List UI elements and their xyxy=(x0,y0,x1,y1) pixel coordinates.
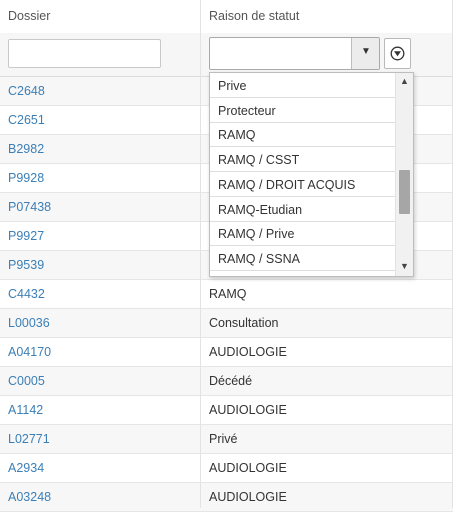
dossier-link[interactable]: L00036 xyxy=(8,316,50,330)
dossier-link[interactable]: C2651 xyxy=(8,113,45,127)
dossier-link[interactable]: L02771 xyxy=(8,432,50,446)
dropdown-option-label: Protecteur xyxy=(218,104,276,118)
dropdown-scrollbar[interactable]: ▲ ▼ xyxy=(395,73,413,276)
raison-cell: Consultation xyxy=(209,316,279,330)
select-arrow-button[interactable]: ▼ xyxy=(351,38,379,69)
dossier-link[interactable]: P9928 xyxy=(8,171,44,185)
table-row[interactable]: L00036 Consultation xyxy=(0,309,453,338)
dossier-link[interactable]: P9927 xyxy=(8,229,44,243)
dropdown-option[interactable]: Protecteur xyxy=(210,99,396,123)
dropdown-option[interactable]: RAMQ xyxy=(210,123,396,147)
dossier-link[interactable]: A04170 xyxy=(8,345,51,359)
raison-cell: AUDIOLOGIE xyxy=(209,345,287,359)
dropdown-option[interactable]: RAMQ / CSST xyxy=(210,148,396,172)
dossier-link[interactable]: P9539 xyxy=(8,258,44,272)
filter-icon xyxy=(390,46,405,61)
column-header-dossier[interactable]: Dossier xyxy=(8,9,50,23)
dossier-link[interactable]: B2982 xyxy=(8,142,44,156)
dropdown-option-label: RAMQ xyxy=(218,128,256,142)
raison-cell: Privé xyxy=(209,432,237,446)
raison-cell: AUDIOLOGIE xyxy=(209,490,287,504)
table-row[interactable]: A04170 AUDIOLOGIE xyxy=(0,338,453,367)
table-row[interactable]: A2934 AUDIOLOGIE xyxy=(0,454,453,483)
dropdown-option-label: RAMQ / Prive xyxy=(218,227,294,241)
dossier-link[interactable]: C4432 xyxy=(8,287,45,301)
scroll-down-icon[interactable]: ▼ xyxy=(400,261,409,271)
dropdown-option[interactable]: RAMQ / Prive xyxy=(210,222,396,246)
grid-header: Dossier Raison de statut xyxy=(0,0,453,34)
dossier-link[interactable]: A1142 xyxy=(8,403,43,417)
table-row[interactable]: C4432 RAMQ xyxy=(0,280,453,309)
dropdown-option-label: RAMQ / SSNA xyxy=(218,252,300,266)
dossier-link[interactable]: C0005 xyxy=(8,374,45,388)
table-row[interactable]: A1142 AUDIOLOGIE xyxy=(0,396,453,425)
raison-filter-select[interactable]: ▼ xyxy=(209,37,380,70)
dropdown-option[interactable]: RAMQ / SAAQ xyxy=(210,272,396,277)
column-header-raison[interactable]: Raison de statut xyxy=(209,9,299,23)
raison-dropdown-list[interactable]: Prive Protecteur RAMQ RAMQ / CSST RAMQ / DRO… xyxy=(209,72,414,277)
scroll-up-icon[interactable]: ▲ xyxy=(400,76,409,86)
dropdown-option-label: Prive xyxy=(218,79,246,93)
dossier-link[interactable]: P07438 xyxy=(8,200,51,214)
raison-cell: Décédé xyxy=(209,374,252,388)
dropdown-option-label: RAMQ / DROIT ACQUIS xyxy=(218,178,355,192)
raison-cell: AUDIOLOGIE xyxy=(209,403,287,417)
table-row[interactable]: L02771 Privé xyxy=(0,425,453,454)
dossier-link[interactable]: C2648 xyxy=(8,84,45,98)
dropdown-option[interactable]: RAMQ / DROIT ACQUIS xyxy=(210,173,396,197)
dropdown-option[interactable]: RAMQ-Etudian xyxy=(210,198,396,222)
dropdown-option-label: RAMQ / CSST xyxy=(218,153,299,167)
filter-button[interactable] xyxy=(384,38,411,69)
dropdown-option[interactable]: RAMQ / SSNA xyxy=(210,247,396,271)
scrollbar-thumb[interactable] xyxy=(399,170,410,214)
table-row[interactable]: C0005 Décédé xyxy=(0,367,453,396)
chevron-down-icon: ▼ xyxy=(361,46,371,57)
raison-cell: RAMQ xyxy=(209,287,247,301)
dossier-filter-input[interactable] xyxy=(8,39,161,68)
dropdown-option[interactable]: Prive xyxy=(210,74,396,98)
dossier-link[interactable]: A2934 xyxy=(8,461,44,475)
column-divider xyxy=(200,0,201,508)
dropdown-option-label: RAMQ-Etudian xyxy=(218,203,302,217)
raison-cell: AUDIOLOGIE xyxy=(209,461,287,475)
dossier-link[interactable]: A03248 xyxy=(8,490,51,504)
